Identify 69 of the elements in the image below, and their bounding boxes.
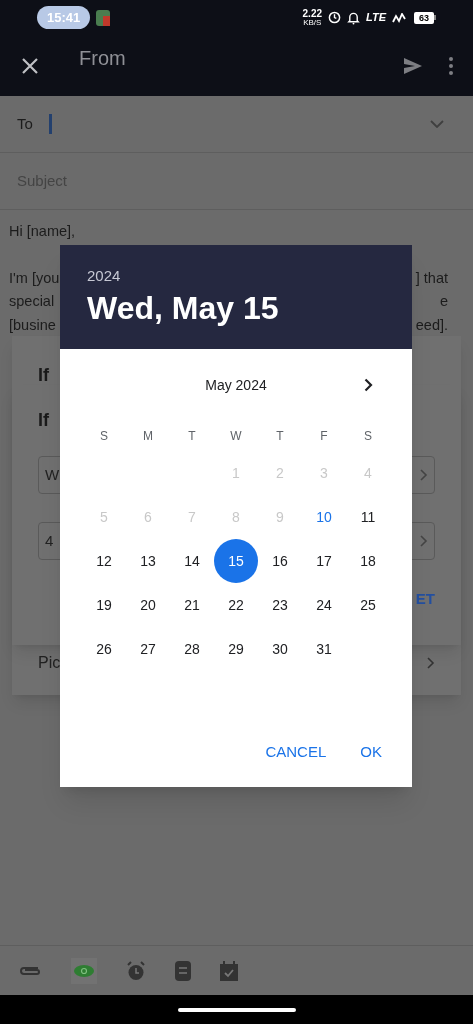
body-text: e: [439, 292, 448, 311]
alarm-clock-icon[interactable]: [126, 960, 146, 981]
signal-icon: [392, 12, 406, 23]
to-field[interactable]: [48, 114, 52, 134]
calendar-day[interactable]: 18: [360, 550, 376, 572]
calendar-day[interactable]: 14: [184, 550, 200, 572]
clock-icon: [328, 11, 341, 24]
body-text: eed].: [415, 315, 448, 335]
calendar-day[interactable]: 21: [184, 594, 200, 616]
calendar-day[interactable]: 23: [272, 594, 288, 616]
close-icon: [21, 56, 39, 75]
calendar-day[interactable]: 20: [140, 594, 156, 616]
network-type: LTE: [366, 10, 386, 26]
selected-day[interactable]: 15: [214, 539, 258, 583]
body-text: [busine: [9, 315, 56, 335]
calendar-day[interactable]: 11: [360, 506, 376, 528]
calendar-day[interactable]: 16: [272, 550, 288, 572]
greeting-text: Hi [name],: [9, 222, 76, 241]
calendar-day[interactable]: 17: [316, 550, 332, 572]
eye-icon: [74, 964, 94, 977]
selected-date: Wed, May 15: [87, 288, 279, 328]
body-text: ] that: [415, 268, 448, 288]
today-day[interactable]: 10: [316, 506, 332, 528]
weekday-label: F: [320, 428, 328, 445]
dialog-button[interactable]: CANCEL: [253, 732, 339, 771]
weekday-label: S: [364, 428, 372, 445]
to-label: To: [17, 113, 33, 134]
bell-icon: [347, 10, 360, 25]
calendar-day[interactable]: 25: [360, 594, 376, 616]
weekday-label: T: [188, 428, 196, 445]
calendar-day[interactable]: 12: [96, 550, 112, 572]
calendar-day[interactable]: 30: [272, 638, 288, 660]
chevron-right-icon: [363, 378, 373, 392]
year-label[interactable]: 2024: [87, 265, 121, 288]
chevron-right-icon: [427, 657, 435, 669]
chevron-down-icon[interactable]: [430, 120, 444, 128]
send-icon: [404, 57, 422, 74]
battery-level: 63: [414, 11, 434, 24]
calendar-day[interactable]: 22: [228, 594, 244, 616]
calendar-day[interactable]: 19: [96, 594, 112, 616]
body-text: I'm [you: [9, 268, 60, 288]
sheet-heading: If: [38, 410, 49, 430]
chevron-right-icon: [420, 469, 428, 481]
more-icon: [449, 56, 453, 75]
calendar-day[interactable]: 27: [140, 638, 156, 660]
weekday-label: T: [276, 428, 284, 445]
month-label: May 2024: [205, 375, 267, 395]
calendar-day[interactable]: 28: [184, 638, 200, 660]
notes-icon[interactable]: [175, 960, 191, 981]
calendar-day[interactable]: 13: [140, 550, 156, 572]
weekday-label: W: [230, 428, 242, 445]
weekday-label: S: [100, 428, 108, 445]
sheet-heading: If: [38, 365, 49, 385]
calendar-day[interactable]: 31: [316, 638, 332, 660]
calendar-check-icon[interactable]: [220, 960, 238, 981]
status-time: 15:41: [37, 5, 91, 30]
calendar-day[interactable]: 29: [228, 638, 244, 660]
body-text: special: [9, 292, 55, 311]
eye-button[interactable]: [71, 957, 97, 984]
weekday-label: M: [143, 428, 153, 445]
speed-indicator: 2.22 KB/S: [302, 8, 322, 27]
home-indicator[interactable]: [177, 1007, 296, 1012]
dialog-button[interactable]: OK: [348, 732, 394, 771]
chevron-right-icon: [420, 535, 428, 547]
from-label: From: [79, 45, 126, 71]
calendar-day[interactable]: 26: [96, 638, 112, 660]
app-icon: [96, 9, 111, 26]
calendar-day[interactable]: 24: [316, 594, 332, 616]
row-label: Pic: [38, 653, 61, 673]
